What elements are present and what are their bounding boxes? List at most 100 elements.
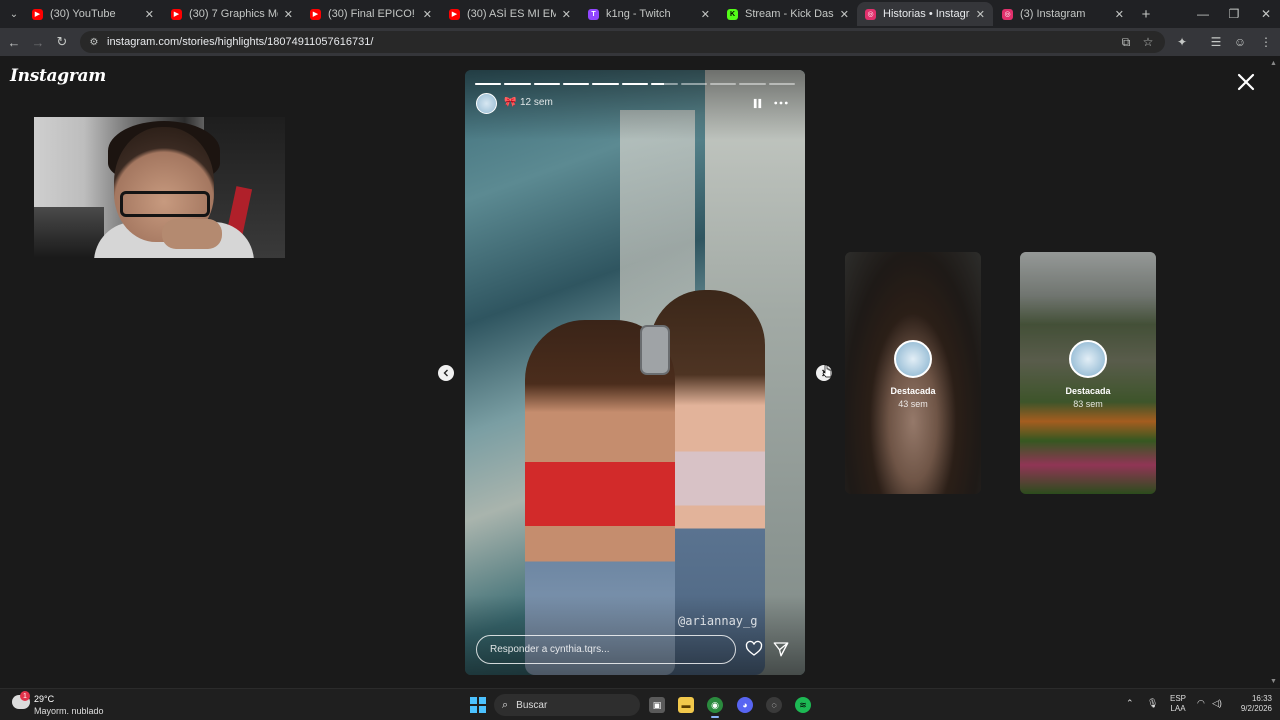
tab-close-icon[interactable]: ✕	[284, 8, 293, 21]
microphone-icon[interactable]: 🎙	[1147, 698, 1158, 709]
instagram-logo[interactable]: Instagram	[10, 66, 106, 86]
story-progress-segment	[504, 83, 531, 85]
start-button[interactable]	[470, 697, 486, 713]
highlight-avatar	[1069, 340, 1107, 378]
weather-temperature[interactable]: 29°C	[34, 694, 54, 704]
youtube-icon: ▶	[171, 8, 182, 20]
pause-icon	[753, 98, 761, 108]
youtube-icon: ▶	[32, 8, 43, 20]
file-explorer-icon[interactable]: ▬	[678, 697, 694, 713]
story-progress-segment	[621, 83, 649, 85]
send-icon	[773, 642, 789, 657]
tab-instagram-stories[interactable]: ◎ Historias • Instagram ✕	[857, 2, 993, 26]
discord-icon[interactable]: ◕	[737, 697, 753, 713]
more-options-button[interactable]	[771, 95, 791, 111]
search-icon: ⌕	[502, 698, 509, 711]
url-text: instagram.com/stories/highlights/1807491…	[107, 36, 374, 48]
clock-date: 9/2/2026	[1240, 704, 1272, 713]
system-clock[interactable]: 16:33 9/2/2026	[1228, 694, 1272, 714]
story-viewer[interactable]: 🎀 12 sem @ariannay_g	[465, 70, 805, 675]
story-progress-segment	[592, 83, 619, 85]
youtube-icon: ▶	[449, 8, 460, 20]
highlight-name: Destacada	[890, 386, 936, 396]
volume-icon[interactable]: ◁)	[1212, 698, 1222, 709]
window-close-icon[interactable]: ✕	[1256, 4, 1276, 24]
story-progress-segment	[680, 83, 707, 85]
tab-search-chevron-icon[interactable]: ⌄	[4, 4, 24, 24]
tab-close-icon[interactable]: ✕	[562, 8, 571, 21]
instagram-icon: ◎	[1002, 8, 1013, 20]
tab-title: (30) Final EPICO! PETERBO	[328, 8, 417, 20]
scroll-up-arrow-icon[interactable]: ▲	[1270, 60, 1278, 68]
tab-close-icon[interactable]: ✕	[423, 8, 432, 21]
tab-close-icon[interactable]: ✕	[145, 8, 154, 21]
instagram-icon: ◎	[865, 8, 876, 20]
tab-close-icon[interactable]: ✕	[976, 8, 985, 21]
tab-youtube-graphics[interactable]: ▶ (30) 7 Graphics Mods Com ✕	[163, 2, 301, 26]
input-language[interactable]: ESP LAA	[1170, 694, 1186, 714]
story-mention-sticker[interactable]: @ariannay_g	[678, 614, 757, 628]
twitch-icon: T	[588, 8, 599, 20]
media-controls-icon[interactable]: ☰	[1207, 31, 1225, 53]
tab-close-icon[interactable]: ✕	[1115, 8, 1124, 21]
tab-title: (3) Instagram	[1020, 8, 1086, 20]
close-stories-button[interactable]	[1234, 70, 1258, 94]
tab-close-icon[interactable]: ✕	[840, 8, 849, 21]
site-info-icon[interactable]: ⚙	[88, 36, 100, 48]
tab-instagram[interactable]: ◎ (3) Instagram ✕	[994, 2, 1132, 26]
tab-title: (30) 7 Graphics Mods Com	[189, 8, 278, 20]
minimize-icon[interactable]: —	[1193, 4, 1213, 24]
webcam-overlay	[34, 117, 285, 258]
tab-youtube-peterbo[interactable]: ▶ (30) Final EPICO! PETERBO ✕	[302, 2, 440, 26]
weather-description[interactable]: Mayorm. nublado	[34, 706, 104, 716]
spotify-icon[interactable]: ≋	[795, 697, 811, 713]
chrome-icon[interactable]: ◉	[707, 697, 723, 718]
story-reply-input[interactable]	[476, 635, 736, 664]
tab-title: Historias • Instagram	[883, 8, 970, 20]
story-progress-segment	[563, 83, 590, 85]
highlight-thumbnail[interactable]: Destacada 43 sem	[845, 252, 981, 494]
highlight-thumbnail[interactable]: Destacada 83 sem	[1020, 252, 1156, 494]
forward-icon[interactable]: →	[28, 32, 48, 52]
task-view-icon[interactable]: ▣	[649, 697, 665, 713]
kick-icon: K	[727, 8, 738, 20]
windows-taskbar: 1 29°C Mayorm. nublado ⌕ Buscar ▣ ▬ ◉ ◕ …	[0, 688, 1280, 720]
instagram-stories-page: Instagram 🎀 12 sem @ariannay_g Responder…	[0, 56, 1280, 688]
wifi-icon[interactable]: ◠	[1197, 698, 1205, 709]
story-progress-segment	[739, 83, 766, 85]
show-hidden-icons-icon[interactable]: ⌃	[1126, 698, 1134, 709]
story-highlight-avatar[interactable]	[476, 93, 497, 114]
install-app-icon[interactable]: ⧉	[1117, 31, 1135, 53]
tab-close-icon[interactable]: ✕	[701, 8, 710, 21]
back-icon[interactable]: ←	[4, 32, 24, 52]
browser-menu-icon[interactable]: ⋮	[1257, 31, 1275, 53]
taskbar-search[interactable]: ⌕ Buscar	[494, 694, 640, 716]
bookmark-star-icon[interactable]: ☆	[1139, 31, 1157, 53]
reload-icon[interactable]: ↻	[52, 32, 72, 52]
highlight-avatar	[894, 340, 932, 378]
pause-button[interactable]	[749, 95, 765, 111]
highlight-name: Destacada	[1065, 386, 1111, 396]
tab-youtube[interactable]: ▶ (30) YouTube ✕	[24, 2, 162, 26]
share-story-button[interactable]	[772, 640, 790, 658]
chevron-left-icon	[443, 369, 448, 377]
like-story-button[interactable]	[745, 640, 763, 658]
new-tab-button[interactable]: +	[1136, 4, 1156, 24]
extensions-icon[interactable]: ✦	[1173, 31, 1191, 53]
story-progress-segment	[768, 83, 795, 85]
story-progress-segment	[709, 83, 737, 85]
tab-twitch[interactable]: T k1ng - Twitch ✕	[580, 2, 718, 26]
obs-icon[interactable]: ◌	[766, 697, 782, 713]
address-bar[interactable]: ⚙ instagram.com/stories/highlights/18074…	[80, 31, 1165, 53]
scroll-down-arrow-icon[interactable]: ▼	[1270, 678, 1278, 686]
story-title-emoji: 🎀	[504, 97, 517, 108]
browser-tab-bar: ⌄ ▶ (30) YouTube ✕ ▶ (30) 7 Graphics Mod…	[0, 0, 1280, 28]
tab-youtube-empresa[interactable]: ▶ (30) ASÍ ES MI EMPRESA \ ✕	[441, 2, 579, 26]
profile-avatar-icon[interactable]: ☺	[1231, 31, 1249, 53]
story-progress-segment	[651, 83, 678, 85]
previous-story-button[interactable]	[438, 365, 454, 381]
tab-kick[interactable]: K Stream - Kick Dashboard ✕	[719, 2, 857, 26]
story-progress-bar	[475, 83, 795, 85]
restore-icon[interactable]: ❐	[1224, 4, 1244, 24]
windows-logo-icon	[470, 697, 477, 704]
